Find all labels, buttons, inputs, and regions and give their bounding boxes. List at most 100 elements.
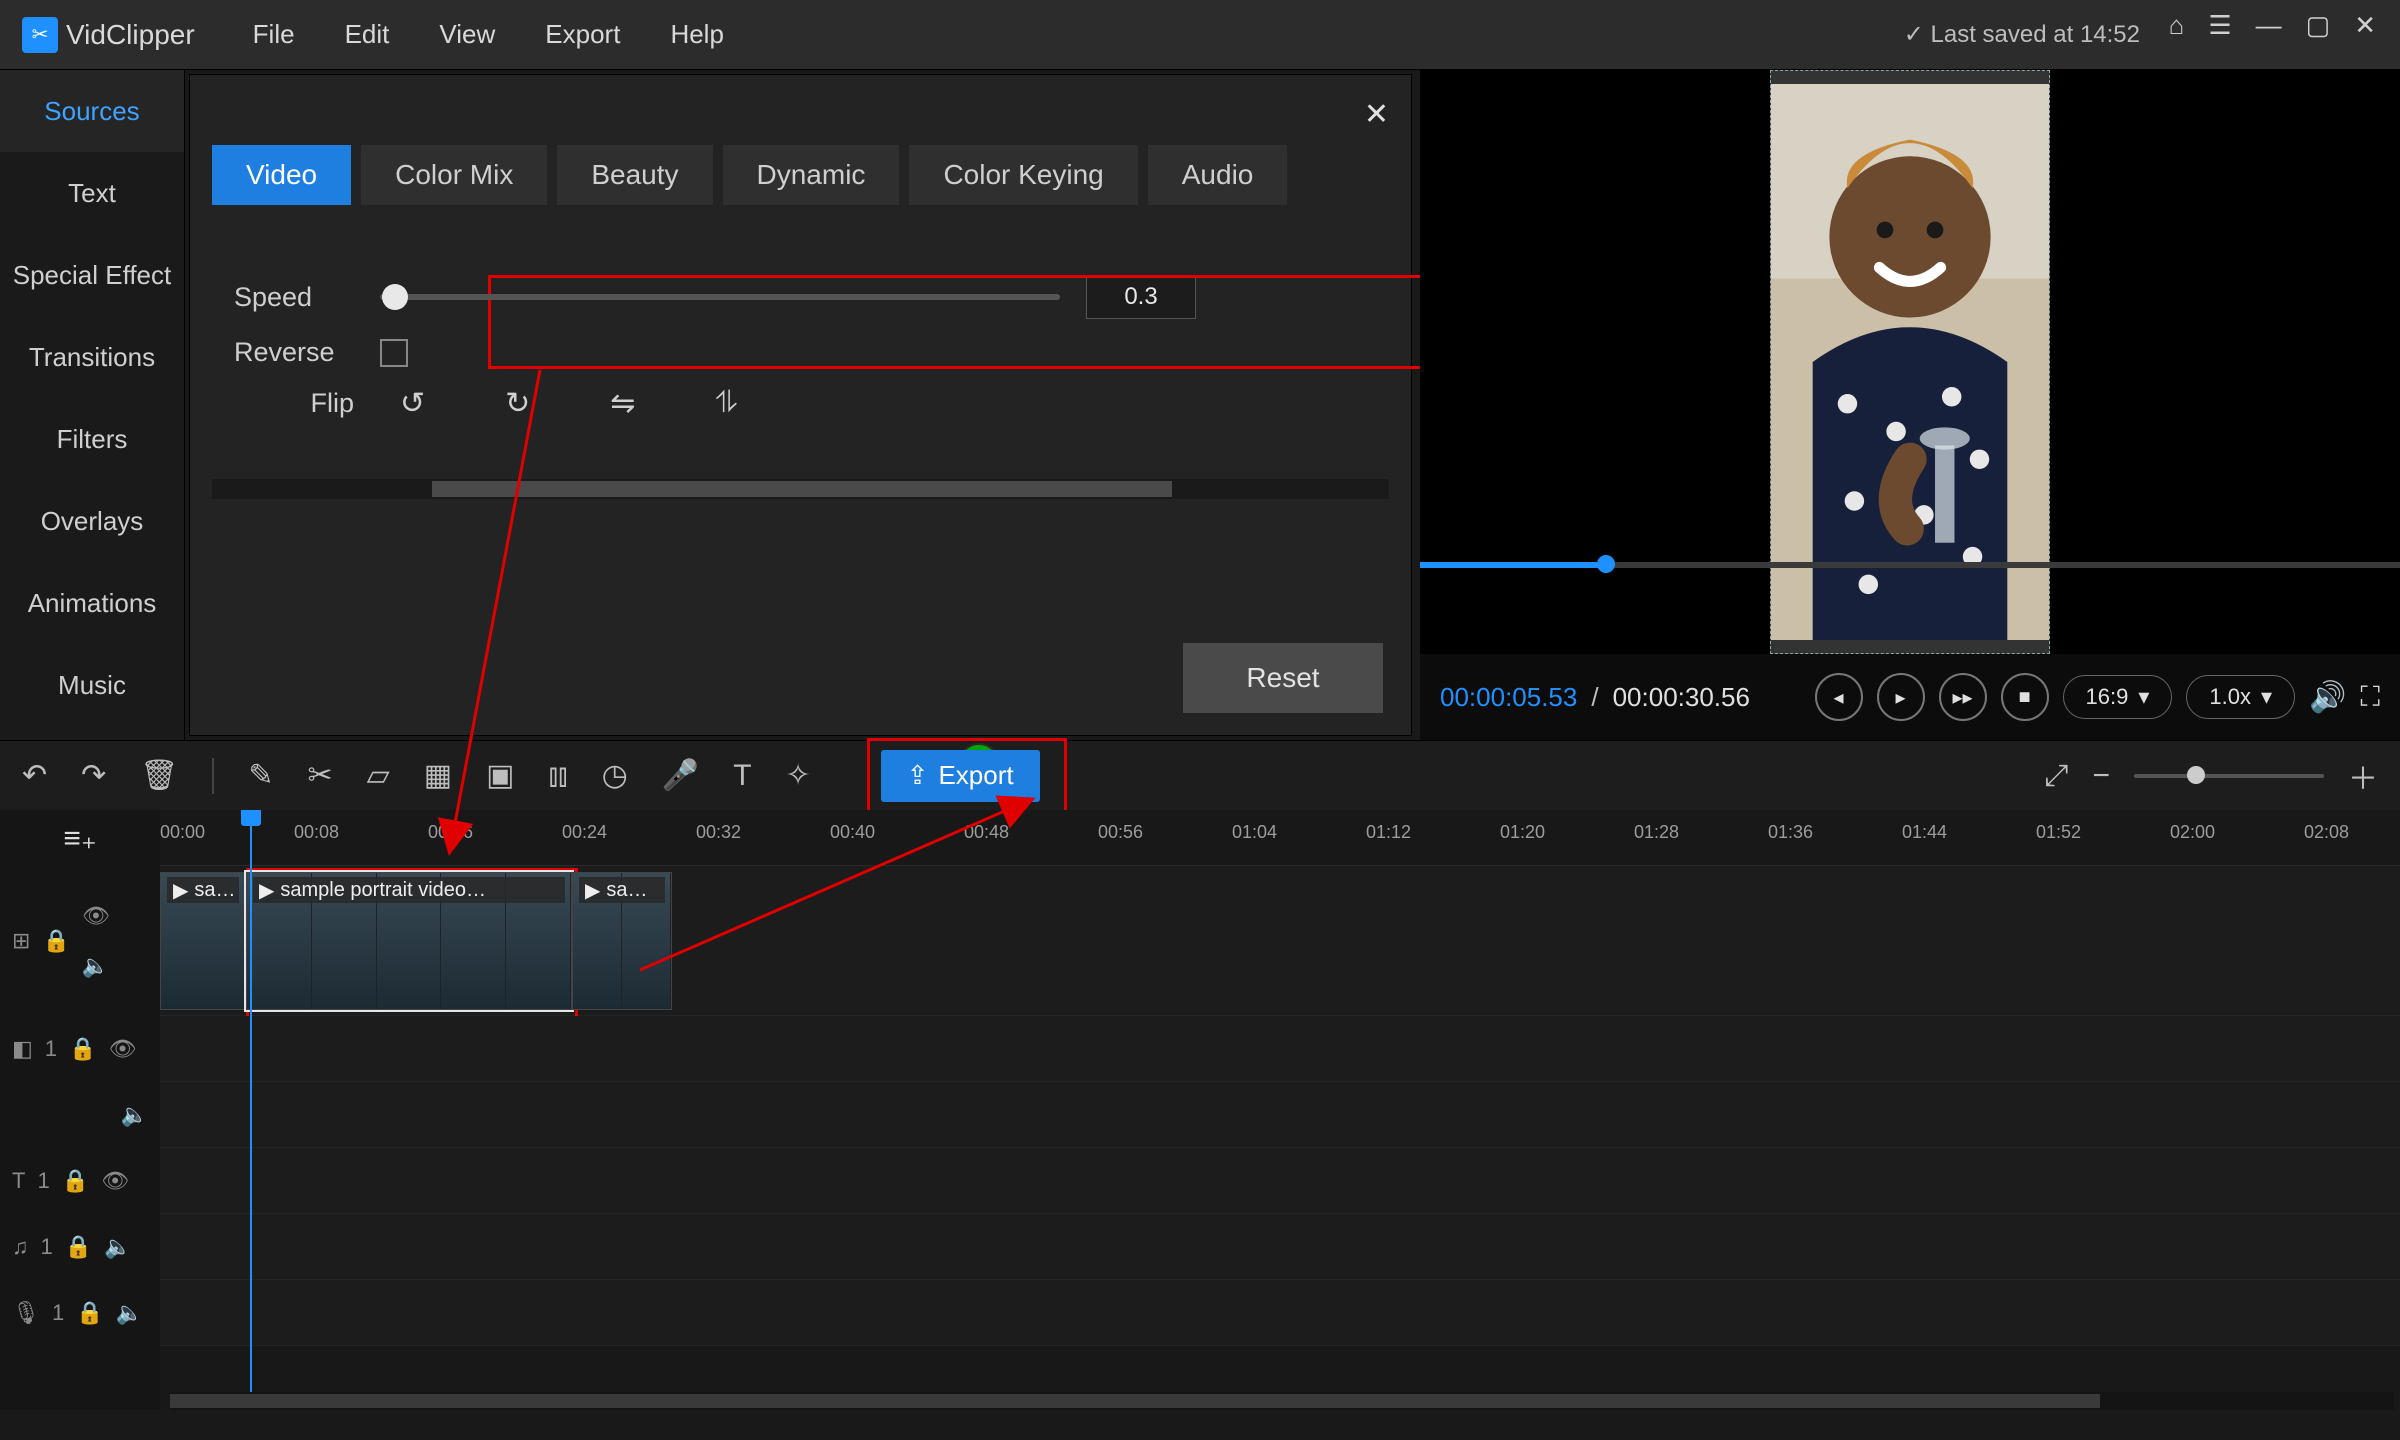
menu-help[interactable]: Help xyxy=(670,19,723,50)
reverse-checkbox[interactable] xyxy=(380,339,408,367)
delete-icon[interactable]: 🗑 xyxy=(140,758,178,793)
zoom-in-icon[interactable]: ＋ xyxy=(2348,754,2378,798)
speed-value[interactable]: 0.3 xyxy=(1086,275,1196,319)
timeline-body[interactable]: 00:0000:0800:1600:2400:3200:4000:4800:56… xyxy=(160,810,2400,1410)
fit-icon[interactable]: ⤢ xyxy=(2044,759,2068,793)
playhead[interactable] xyxy=(250,810,252,1410)
tab-dynamic[interactable]: Dynamic xyxy=(723,145,900,205)
aspect-ratio-select[interactable]: 16:9▾ xyxy=(2063,675,2173,719)
duration-icon[interactable]: ◷ xyxy=(602,758,628,793)
window-buttons: ⌂ ☰ — ▢ ✕ xyxy=(2169,10,2376,41)
fullscreen-icon[interactable]: ⛶ xyxy=(2360,681,2380,714)
tab-audio[interactable]: Audio xyxy=(1148,145,1288,205)
clip-label: ▶ sa… xyxy=(579,877,665,903)
next-frame-button[interactable]: ▸▸ xyxy=(1939,673,1987,721)
undo-icon[interactable]: ↶ xyxy=(22,758,47,793)
ruler-tick: 00:24 xyxy=(562,822,607,843)
video-track[interactable]: ▶ sa…▶ sample portrait video…▶ sa… xyxy=(160,866,2400,1016)
reverse-row: Reverse xyxy=(234,337,1367,368)
timeline-clip[interactable]: ▶ sa… xyxy=(160,872,246,1010)
zoom-thumb[interactable] xyxy=(2187,766,2205,784)
edit-icon[interactable]: ✎ xyxy=(248,758,273,793)
music-track[interactable] xyxy=(160,1214,2400,1280)
lock-icon[interactable]: 🔒 xyxy=(69,1036,96,1062)
tab-color-mix[interactable]: Color Mix xyxy=(361,145,547,205)
timeline-scrollbar[interactable] xyxy=(170,1392,2394,1410)
playback-rate-select[interactable]: 1.0x▾ xyxy=(2186,675,2295,719)
mute-icon[interactable]: 🔈 xyxy=(121,1102,148,1128)
mute-icon[interactable]: 🔈 xyxy=(116,1300,143,1326)
voice-track[interactable] xyxy=(160,1280,2400,1346)
zoom-slider[interactable] xyxy=(2134,774,2324,778)
ruler-tick: 00:08 xyxy=(294,822,339,843)
eye-icon[interactable]: 👁 xyxy=(101,1168,129,1194)
zoom-out-icon[interactable]: − xyxy=(2092,759,2110,793)
play-button[interactable]: ▸ xyxy=(1877,673,1925,721)
record-voice-icon[interactable]: 🎤 xyxy=(662,758,699,793)
crop-icon[interactable]: ▱ xyxy=(367,758,390,793)
timeline-clip[interactable]: ▶ sa… xyxy=(572,872,672,1010)
eye-icon[interactable]: 👁 xyxy=(82,903,110,929)
text-track[interactable] xyxy=(160,1148,2400,1214)
timeline-toolbar: ↶ ↷ 🗑 ✎ ✂ ▱ ▦ ▣ ⫾⫾ ◷ 🎤 T ✧ NEW ⇪ Export … xyxy=(0,740,2400,810)
lock-icon[interactable]: 🔒 xyxy=(42,928,69,954)
add-track-button[interactable]: ≡₊ xyxy=(0,810,160,866)
mute-icon[interactable]: 🔈 xyxy=(104,1234,131,1260)
stats-icon[interactable]: ⫾⫾ xyxy=(548,759,567,793)
flip-vertical-icon[interactable]: ⥮ xyxy=(715,386,737,421)
sidebar-item-transitions[interactable]: Transitions xyxy=(0,316,184,398)
speed-slider[interactable] xyxy=(380,294,1060,300)
split-icon[interactable]: ✂ xyxy=(308,758,333,793)
prev-frame-button[interactable]: ◂ xyxy=(1815,673,1863,721)
current-time: 00:00:05.53 xyxy=(1440,682,1577,713)
music-track-header: ♫1 🔒 🔈 xyxy=(0,1214,160,1280)
menu-export[interactable]: Export xyxy=(545,19,620,50)
tab-video[interactable]: Video xyxy=(212,145,351,205)
overlay-track[interactable] xyxy=(160,1016,2400,1082)
sidebar-item-special-effect[interactable]: Special Effect xyxy=(0,234,184,316)
sidebar-item-sources[interactable]: Sources xyxy=(0,70,184,152)
sidebar-item-text[interactable]: Text xyxy=(0,152,184,234)
tab-beauty[interactable]: Beauty xyxy=(557,145,712,205)
overlay-track-2[interactable] xyxy=(160,1082,2400,1148)
preview-canvas[interactable] xyxy=(1420,70,2400,654)
video-track-icon: ⊞ xyxy=(12,928,30,954)
close-icon[interactable]: ✕ xyxy=(2354,10,2376,41)
eye-icon[interactable]: 👁 xyxy=(108,1036,136,1062)
mute-icon[interactable]: 🔈 xyxy=(82,953,110,979)
speed-slider-thumb[interactable] xyxy=(382,284,408,310)
scrub-head[interactable] xyxy=(1597,555,1615,573)
scrub-bar[interactable] xyxy=(1420,562,2400,568)
rotate-cw-icon[interactable]: ↻ xyxy=(505,386,530,421)
lock-icon[interactable]: 🔒 xyxy=(62,1168,89,1194)
text-to-speech-icon[interactable]: T xyxy=(733,759,751,793)
freeze-icon[interactable]: ▣ xyxy=(486,758,514,793)
redo-icon[interactable]: ↷ xyxy=(81,758,106,793)
sidebar-item-music[interactable]: Music xyxy=(0,644,184,726)
sidebar-item-animations[interactable]: Animations xyxy=(0,562,184,644)
panel-close-icon[interactable]: ✕ xyxy=(1364,97,1389,132)
export-button[interactable]: ⇪ Export xyxy=(881,750,1040,802)
lock-icon[interactable]: 🔒 xyxy=(65,1234,92,1260)
rotate-ccw-icon[interactable]: ↺ xyxy=(400,386,425,421)
volume-icon[interactable]: 🔊 xyxy=(2309,680,2346,715)
home-icon[interactable]: ⌂ xyxy=(2169,10,2185,41)
tab-color-keying[interactable]: Color Keying xyxy=(909,145,1137,205)
flip-horizontal-icon[interactable]: ⇋ xyxy=(610,386,635,421)
lock-icon[interactable]: 🔒 xyxy=(76,1300,103,1326)
minimize-icon[interactable]: — xyxy=(2256,10,2282,41)
reset-button[interactable]: Reset xyxy=(1183,643,1383,713)
timeline-clip[interactable]: ▶ sample portrait video… xyxy=(246,872,572,1010)
sidebar-item-overlays[interactable]: Overlays xyxy=(0,480,184,562)
hamburger-icon[interactable]: ☰ xyxy=(2208,10,2231,41)
menu-edit[interactable]: Edit xyxy=(345,19,390,50)
sidebar-item-filters[interactable]: Filters xyxy=(0,398,184,480)
menu-file[interactable]: File xyxy=(253,19,295,50)
maximize-icon[interactable]: ▢ xyxy=(2306,10,2331,41)
ai-tool-icon[interactable]: ✧ xyxy=(786,758,811,793)
menu-view[interactable]: View xyxy=(439,19,495,50)
panel-hscroll[interactable] xyxy=(212,479,1389,499)
mosaic-icon[interactable]: ▦ xyxy=(424,758,452,793)
timeline-ruler[interactable]: 00:0000:0800:1600:2400:3200:4000:4800:56… xyxy=(160,810,2400,866)
stop-button[interactable]: ■ xyxy=(2001,673,2049,721)
